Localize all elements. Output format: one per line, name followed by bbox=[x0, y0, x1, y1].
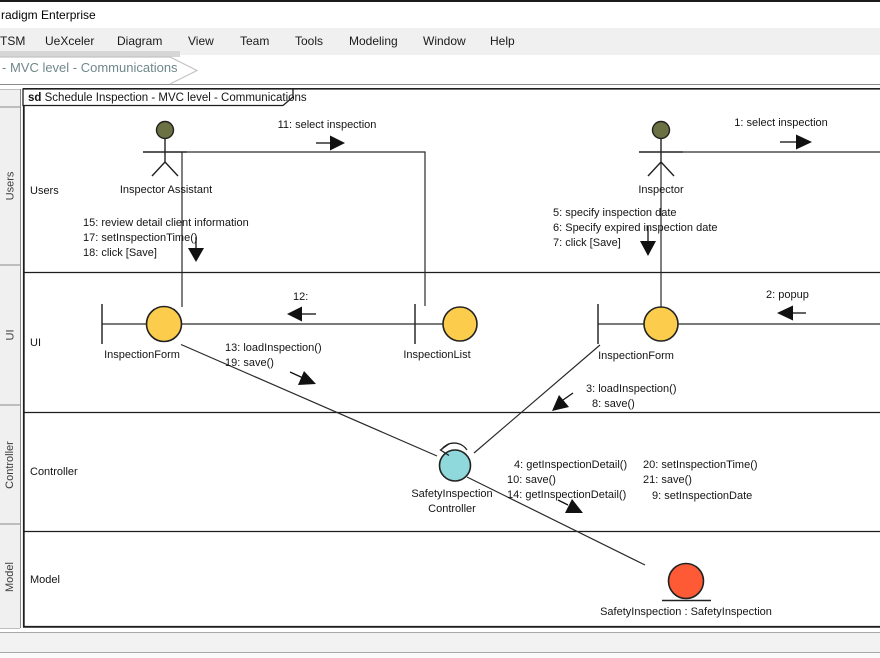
message-text-17[interactable]: 17: setInspectionTime() bbox=[83, 232, 198, 245]
boundary-icon-inspectionform-right[interactable] bbox=[598, 304, 678, 344]
object-label-inspectionlist[interactable]: InspectionList bbox=[367, 349, 507, 362]
message-text-3[interactable]: 3: loadInspection() bbox=[586, 383, 677, 396]
breadcrumb: - MVC level - Communications bbox=[0, 55, 880, 84]
menu-item-view[interactable]: View bbox=[188, 28, 214, 55]
breadcrumb-tab[interactable]: - MVC level - Communications bbox=[2, 60, 178, 75]
control-circle bbox=[440, 450, 471, 481]
message-text-6[interactable]: 6: Specify expired inspection date bbox=[553, 222, 718, 235]
menu-item-modeling[interactable]: Modeling bbox=[349, 28, 398, 55]
actor-inspector[interactable] bbox=[639, 122, 683, 177]
control-icon-safetyinspectioncontroller[interactable] bbox=[440, 443, 471, 481]
lane-label-model[interactable]: Model bbox=[30, 574, 60, 587]
message-arrow-13-downright[interactable] bbox=[290, 371, 316, 385]
lane-label-controller[interactable]: Controller bbox=[30, 466, 78, 479]
message-text-7[interactable]: 7: click [Save] bbox=[553, 237, 621, 250]
status-bar bbox=[0, 632, 880, 653]
window-title: radigm Enterprise bbox=[1, 8, 96, 22]
boundary-circle bbox=[147, 307, 182, 342]
menu-item-tools[interactable]: Tools bbox=[295, 28, 323, 55]
entity-circle bbox=[669, 564, 704, 599]
message-text-12[interactable]: 12: bbox=[293, 291, 308, 304]
boundary-icon-inspectionlist[interactable] bbox=[415, 304, 477, 344]
message-arrow-3-downleft[interactable] bbox=[552, 393, 573, 411]
message-text-13[interactable]: 13: loadInspection() bbox=[225, 342, 322, 355]
message-arrow-11-right[interactable] bbox=[316, 136, 345, 151]
message-text-5[interactable]: 5: specify inspection date bbox=[553, 207, 677, 220]
message-text-10[interactable]: 10: save() bbox=[507, 474, 556, 487]
message-text-14[interactable]: 14: getInspectionDetail() bbox=[507, 489, 626, 502]
object-label-controller-line2[interactable]: Controller bbox=[382, 503, 522, 516]
actor-head bbox=[653, 122, 670, 139]
message-arrow-12-left[interactable] bbox=[287, 307, 316, 322]
swimlane-header-users[interactable]: Users bbox=[0, 107, 20, 265]
frame-keyword: sd bbox=[28, 92, 41, 104]
swimlane-header-spacer bbox=[0, 89, 20, 107]
message-arrow-1-right[interactable] bbox=[780, 135, 812, 150]
menu-item-team[interactable]: Team bbox=[240, 28, 269, 55]
menu-item-window[interactable]: Window bbox=[423, 28, 466, 55]
entity-icon-safetyinspection[interactable] bbox=[662, 564, 711, 601]
message-text-4[interactable]: 4: getInspectionDetail() bbox=[514, 459, 627, 472]
swimlane-strip-edge bbox=[20, 89, 21, 628]
object-label-inspectionform-left[interactable]: InspectionForm bbox=[72, 349, 212, 362]
control-arc-arrowhead bbox=[441, 444, 450, 456]
frame-title-text: Schedule Inspection - MVC level - Commun… bbox=[45, 92, 307, 104]
message-text-19[interactable]: 19: save() bbox=[225, 357, 274, 370]
object-label-entity[interactable]: SafetyInspection : SafetyInspection bbox=[586, 606, 786, 619]
boundary-circle bbox=[443, 307, 477, 341]
message-text-18[interactable]: 18: click [Save] bbox=[83, 247, 157, 260]
object-label-controller-line1[interactable]: SafetyInspection bbox=[382, 488, 522, 501]
actor-label-inspector[interactable]: Inspector bbox=[591, 184, 731, 197]
lane-label-ui[interactable]: UI bbox=[30, 337, 41, 350]
message-text-8[interactable]: 8: save() bbox=[592, 398, 635, 411]
swimlane-header-model[interactable]: Model bbox=[0, 524, 20, 629]
message-text-21[interactable]: 21: save() bbox=[643, 474, 692, 487]
application-window: radigm Enterprise TSM UeXceler Diagram V… bbox=[0, 0, 880, 658]
message-text-2[interactable]: 2: popup bbox=[766, 289, 809, 302]
breadcrumb-tab-shadow bbox=[0, 51, 180, 57]
actor-label-inspector-assistant[interactable]: Inspector Assistant bbox=[96, 184, 236, 197]
frame-title: sd Schedule Inspection - MVC level - Com… bbox=[28, 92, 307, 105]
actor-body bbox=[143, 139, 187, 177]
message-text-11[interactable]: 11: select inspection bbox=[257, 119, 397, 132]
swimlane-header-controller[interactable]: Controller bbox=[0, 405, 20, 524]
message-text-15[interactable]: 15: review detail client information bbox=[83, 217, 249, 230]
actor-inspector-assistant[interactable] bbox=[143, 122, 187, 177]
boundary-icon-inspectionform-left[interactable] bbox=[102, 304, 182, 344]
control-arc bbox=[442, 443, 468, 450]
message-text-20[interactable]: 20: setInspectionTime() bbox=[643, 459, 758, 472]
actor-head bbox=[157, 122, 174, 139]
swimlane-header-ui[interactable]: UI bbox=[0, 265, 20, 405]
title-bar: radigm Enterprise bbox=[0, 2, 880, 28]
breadcrumb-divider bbox=[0, 84, 880, 85]
boundary-circle bbox=[644, 307, 678, 341]
message-text-1[interactable]: 1: select inspection bbox=[711, 117, 851, 130]
link-lines bbox=[181, 152, 880, 565]
lane-label-users[interactable]: Users bbox=[30, 185, 59, 198]
actor-body bbox=[639, 139, 683, 177]
object-label-inspectionform-right[interactable]: InspectionForm bbox=[566, 350, 706, 363]
menu-item-help[interactable]: Help bbox=[490, 28, 515, 55]
message-arrow-2-left[interactable] bbox=[777, 306, 806, 321]
status-bar-lower bbox=[0, 653, 880, 658]
message-text-9[interactable]: 9: setInspectionDate bbox=[652, 490, 752, 503]
